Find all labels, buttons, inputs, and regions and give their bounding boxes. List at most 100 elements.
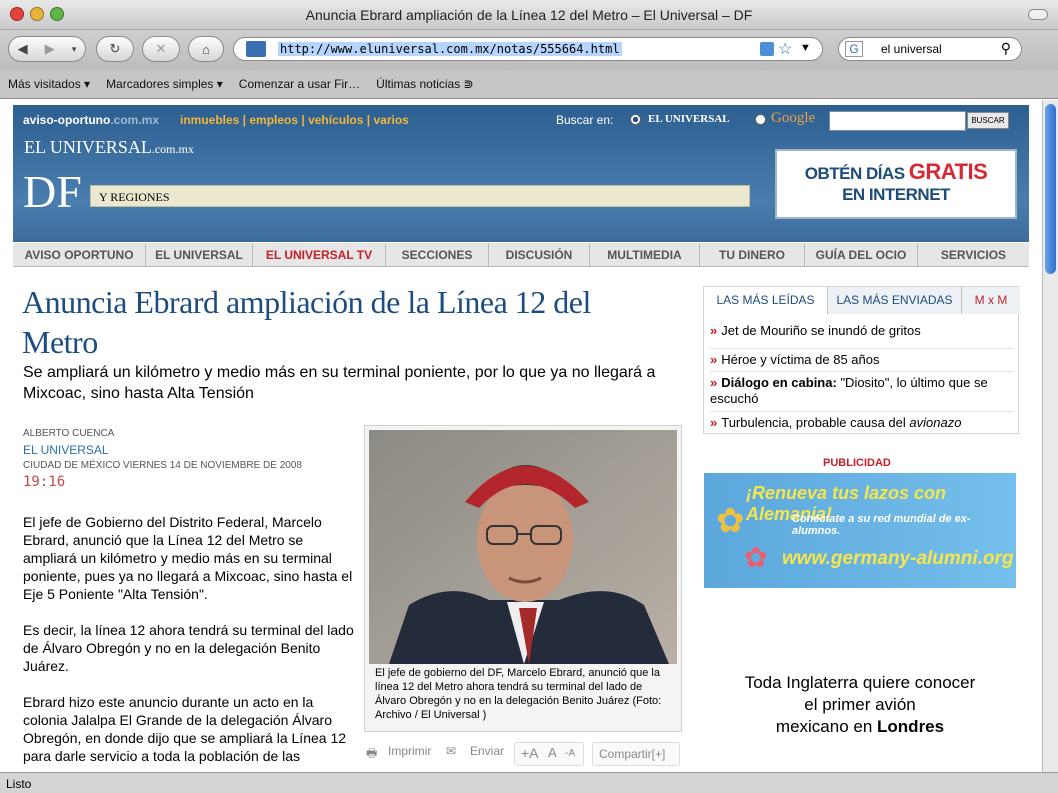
ad-line2: Conéctate a su red mundial de ex-alumnos… [792, 513, 971, 537]
tab-mas-enviadas[interactable]: LAS MÁS ENVIADAS [828, 287, 962, 314]
back-forward-group: ◀ ▶ ▾ [8, 36, 86, 62]
ad-text: el primer avión [804, 695, 916, 714]
article-photo[interactable] [369, 430, 677, 664]
nav-discusion[interactable]: DISCUSIÓN [489, 243, 590, 267]
list-item[interactable]: » Diálogo en cabina: "Diosito", lo último… [710, 371, 1014, 407]
article-meta: ALBERTO CUENCA EL UNIVERSAL CIUDAD DE MÉ… [23, 426, 343, 490]
radio-el-universal-label: EL UNIVERSAL [648, 113, 730, 125]
radio-google-label: Google [771, 110, 816, 126]
nav-el-universal-tv[interactable]: EL UNIVERSAL TV [253, 243, 386, 267]
nav-multimedia[interactable]: MULTIMEDIA [590, 243, 700, 267]
window-title: Anuncia Ebrard ampliación de la Línea 12… [305, 7, 753, 23]
site-favicon-icon [246, 41, 266, 57]
tab-mas-leidas[interactable]: LAS MÁS LEÍDAS [704, 287, 828, 314]
print-icon[interactable]: 🖶 [366, 744, 377, 765]
home-button[interactable]: ⌂ [188, 36, 224, 62]
print-link[interactable]: Imprimir [388, 744, 431, 758]
nav-secciones[interactable]: SECCIONES [386, 243, 489, 267]
nav-tu-dinero[interactable]: TU DINERO [700, 243, 805, 267]
radio-google[interactable] [755, 114, 766, 125]
vertical-scrollbar[interactable] [1042, 100, 1058, 772]
region-bar: Y REGIONES [90, 185, 750, 207]
promo-banner[interactable]: OBTÉN DÍAS GRATIS EN INTERNET [775, 149, 1017, 219]
photo-caption: El jefe de gobierno del DF, Marcelo Ebra… [375, 667, 662, 721]
site-search-input[interactable] [829, 111, 966, 131]
most-read-box: LAS MÁS LEÍDAS LAS MÁS ENVIADAS M x M » J… [703, 286, 1020, 434]
bookmark-comenzar-firefox[interactable]: Comenzar a usar Fir… [239, 77, 360, 91]
stop-icon: ✕ [155, 41, 167, 56]
reload-button[interactable]: ↻ [96, 36, 134, 62]
nav-guia-del-ocio[interactable]: GUÍA DEL OCIO [805, 243, 918, 267]
stop-button[interactable]: ✕ [142, 36, 180, 62]
masthead: aviso-oportuno.com.mx inmuebles | empleo… [13, 105, 1029, 242]
font-mid-button[interactable]: A [548, 745, 557, 760]
article-headline: Anuncia Ebrard ampliación de la Línea 12… [22, 284, 591, 360]
most-read-tabs: LAS MÁS LEÍDAS LAS MÁS ENVIADAS M x M [704, 287, 1020, 314]
bookmark-marcadores-simples[interactable]: Marcadores simples ▾ [106, 77, 223, 91]
publicidad-label: PUBLICIDAD [823, 457, 891, 469]
ad-text: mexicano en Londres [775, 717, 945, 736]
buscar-button[interactable]: BUSCAR [967, 112, 1009, 129]
url-dropdown-icon[interactable]: ▼ [800, 42, 811, 54]
dateline: CIUDAD DE MÉXICO VIERNES 14 DE NOVIEMBRE… [23, 460, 302, 471]
nav-el-universal[interactable]: EL UNIVERSAL [146, 243, 253, 267]
address-bar[interactable]: http://www.eluniversal.com.mx/notas/5556… [233, 37, 823, 61]
paragraph: El jefe de Gobierno del Distrito Federal… [23, 514, 353, 602]
timestamp: 19:16 [23, 474, 66, 490]
inglaterra-ad[interactable]: Toda Inglaterra quiere conocer el primer… [704, 672, 1016, 738]
ad-text: Toda Inglaterra quiere conocer [744, 673, 976, 692]
promo-line1: OBTÉN DÍAS [804, 164, 905, 183]
history-dropdown-icon[interactable]: ▾ [72, 44, 77, 55]
font-size-group: +A A -A [514, 742, 584, 766]
nav-aviso-oportuno[interactable]: AVISO OPORTUNO [13, 243, 146, 267]
search-input[interactable]: el universal [881, 42, 942, 56]
germany-alumni-ad[interactable]: ✿ ✿ ¡Renueva tus lazos con Alemania! Con… [704, 473, 1016, 588]
search-icon[interactable]: ⚲ [1001, 40, 1011, 57]
bookmark-mas-visitados[interactable]: Más visitados ▾ [8, 77, 90, 91]
forward-icon[interactable]: ▶ [45, 41, 55, 57]
main-nav: AVISO OPORTUNO EL UNIVERSAL EL UNIVERSAL… [13, 243, 1029, 267]
status-bar: Listo [0, 772, 1058, 793]
list-item[interactable]: » Turbulencia, probable causa del avionaz… [710, 411, 1014, 431]
url-text[interactable]: http://www.eluniversal.com.mx/notas/5556… [278, 42, 622, 56]
browser-toolbar: ◀ ▶ ▾ ↻ ✕ ⌂ http://www.eluniversal.com.mx/… [0, 30, 1058, 70]
send-link[interactable]: Enviar [470, 744, 504, 758]
share-button[interactable]: Compartir[+] [592, 742, 680, 766]
author: ALBERTO CUENCA [23, 428, 115, 439]
bookmark-star-icon[interactable]: ☆ [778, 39, 792, 59]
el-universal-logo[interactable]: EL UNIVERSAL.com.mx [24, 137, 194, 158]
back-icon[interactable]: ◀ [18, 41, 28, 57]
aviso-links[interactable]: inmuebles | empleos | vehículos | varios [180, 113, 409, 127]
df-section-logo[interactable]: DF [23, 165, 82, 218]
article-subhead: Se ampliará un kilómetro y medio más en … [23, 364, 656, 402]
list-item[interactable]: » Héroe y víctima de 85 años [710, 348, 1014, 368]
article-photo-box: El jefe de gobierno del DF, Marcelo Ebra… [364, 425, 682, 732]
promo-line2: EN INTERNET [842, 185, 950, 204]
font-small-button[interactable]: -A [565, 748, 575, 759]
scroll-thumb[interactable] [1045, 104, 1056, 274]
radio-el-universal[interactable] [630, 114, 641, 125]
reload-icon: ↻ [109, 41, 121, 56]
aviso-oportuno-logo[interactable]: aviso-oportuno.com.mx [23, 113, 159, 127]
mail-icon[interactable]: ✉ [446, 744, 456, 758]
article-tools: 🖶 Imprimir ✉ Enviar +A A -A Compartir[+] [364, 742, 684, 768]
puzzle-icon: ✿ [744, 542, 768, 573]
rss-icon[interactable] [760, 42, 774, 56]
promo-gratis: GRATIS [908, 159, 988, 184]
ad-line3: www.germany-alumni.org [782, 548, 1014, 569]
google-engine-icon[interactable]: G [845, 41, 863, 57]
title-bar: Anuncia Ebrard ampliación de la Línea 12… [0, 0, 1058, 30]
tab-mxm[interactable]: M x M [962, 287, 1020, 314]
article-body: El jefe de Gobierno del Distrito Federal… [23, 513, 355, 772]
toolbar-toggle-button[interactable] [1028, 9, 1048, 20]
nav-servicios[interactable]: SERVICIOS [918, 243, 1029, 267]
share-label: Compartir[+] [599, 747, 666, 761]
web-page: aviso-oportuno.com.mx inmuebles | empleo… [0, 100, 1042, 772]
font-large-button[interactable]: +A [521, 745, 539, 761]
paragraph: Ebrard hizo este anuncio durante un acto… [23, 694, 347, 764]
publication-link[interactable]: EL UNIVERSAL [23, 442, 343, 458]
search-box[interactable]: G el universal ⚲ [838, 37, 1022, 61]
home-icon: ⌂ [202, 41, 210, 57]
bookmark-ultimas-noticias[interactable]: Últimas noticias ⋑ [376, 77, 473, 91]
list-item[interactable]: » Jet de Mouriño se inundó de gritos [710, 323, 1014, 339]
